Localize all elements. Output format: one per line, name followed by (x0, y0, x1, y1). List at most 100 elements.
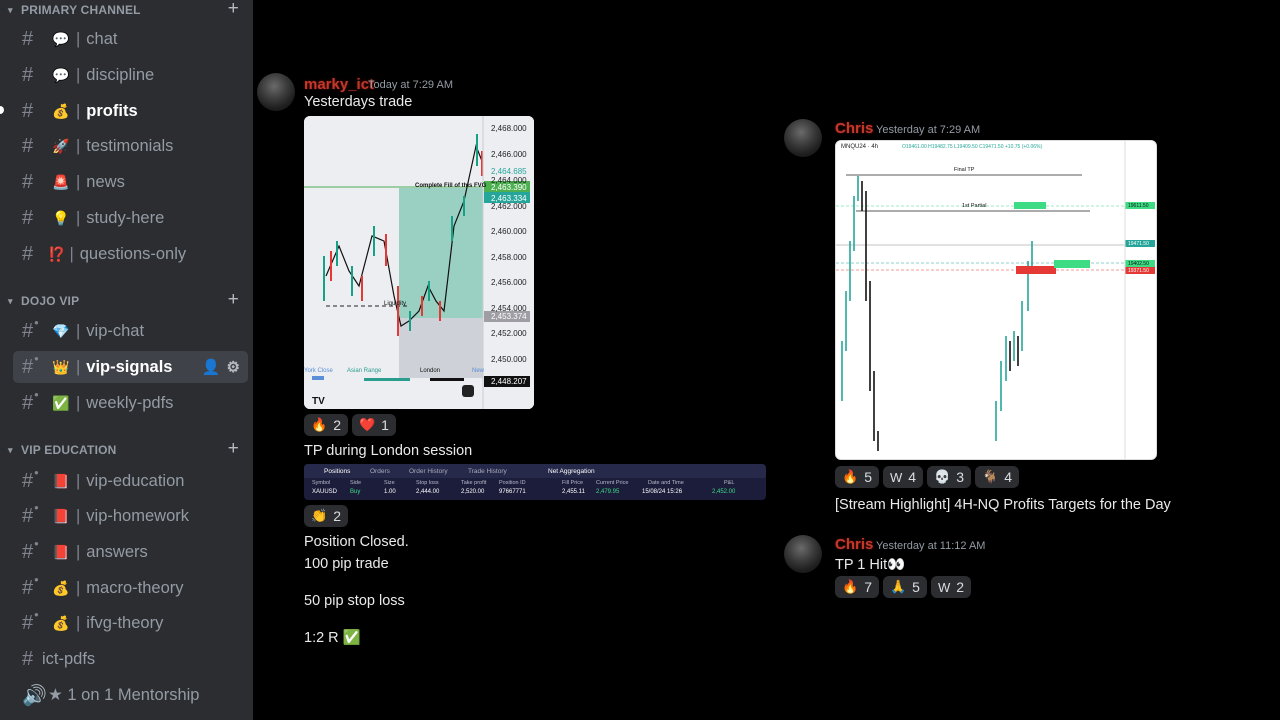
price-label: 2,448.207 (491, 377, 527, 386)
nq-chart (836, 141, 1156, 459)
avatar[interactable] (784, 119, 822, 157)
avatar[interactable] (784, 535, 822, 573)
locked-hash-icon: # ● (22, 317, 39, 342)
category-label: PRIMARY CHANNEL (21, 3, 141, 17)
channel-name: answers (86, 542, 148, 561)
add-channel-icon[interactable]: + (228, 0, 239, 20)
hash-icon: # (22, 647, 34, 670)
gold-chart (304, 116, 534, 409)
category-vip-education[interactable]: ▾ VIP EDUCATION + (0, 438, 253, 460)
sidebar-item-vip-chat[interactable]: # ● 💎 | vip-chat (13, 315, 248, 347)
tradingview-logo-icon: TV (312, 396, 325, 407)
message-author[interactable]: Chris (835, 120, 873, 137)
cell: 2,455.11 (562, 489, 585, 495)
money-bag-icon: 💰 (52, 614, 70, 631)
create-invite-icon[interactable]: 👤 (202, 358, 221, 376)
reaction-w[interactable]: W4 (882, 466, 924, 488)
hash-icon: # (22, 27, 34, 50)
sidebar-item-answers[interactable]: # ● 📕 | answers (13, 536, 248, 568)
channel-name: ★ 1 on 1 Mentorship (48, 686, 200, 704)
positions-screenshot[interactable]: Positions Orders Order History Trade His… (304, 464, 766, 500)
channel-name: ict-pdfs (42, 649, 96, 668)
channel-name: vip-chat (86, 321, 145, 340)
message-author[interactable]: Chris (835, 536, 873, 553)
light-bulb-icon: 💡 (52, 209, 70, 226)
price-label: 2,468.000 (491, 124, 527, 133)
sidebar-item-ifvg-theory[interactable]: # ● 💰 | ifvg-theory (13, 607, 248, 639)
unread-indicator (0, 106, 4, 114)
reaction-fire[interactable]: 🔥 7 (835, 576, 879, 598)
channel-name: vip-education (86, 471, 185, 490)
add-channel-icon[interactable]: + (228, 438, 239, 460)
avatar[interactable] (257, 73, 295, 111)
discord-window: ▾ PRIMARY CHANNEL + # 💬 | chat # 💬 | dis… (0, 0, 1280, 720)
channel-sidebar: ▾ PRIMARY CHANNEL + # 💬 | chat # 💬 | dis… (0, 0, 253, 720)
expand-icon[interactable] (462, 385, 474, 397)
price-tag: 19471.50 (1128, 241, 1149, 247)
price-label: 2,462.000 (491, 202, 527, 211)
fire-icon: 🔥 (842, 469, 859, 484)
hash-icon: # (22, 242, 34, 265)
chart-annotation: Final TP (954, 167, 975, 173)
chevron-down-icon: ▾ (8, 4, 13, 15)
message-author[interactable]: marky_ict (304, 76, 374, 93)
fvg-zone (399, 188, 483, 318)
reaction-pray[interactable]: 🙏 5 (882, 576, 927, 598)
sidebar-item-mentorship[interactable]: 🔊 ★ 1 on 1 Mentorship (13, 679, 248, 711)
message-timestamp: Today at 7:29 AM (368, 79, 453, 91)
pray-icon: 🙏 (889, 579, 907, 594)
category-primary-channel[interactable]: ▾ PRIMARY CHANNEL + (0, 0, 253, 20)
category-dojo-vip[interactable]: ▾ DOJO VIP + (0, 289, 253, 311)
sidebar-item-questions-only[interactable]: # ⁉️ | questions-only (13, 238, 248, 270)
add-channel-icon[interactable]: + (228, 289, 239, 311)
sidebar-item-vip-homework[interactable]: # ● 📕 | vip-homework (13, 500, 248, 532)
price-label: 2,464.685 (491, 167, 527, 176)
locked-hash-icon: # ● (22, 389, 39, 414)
cell: 1.00 (384, 489, 396, 495)
message-text: 100 pip trade (304, 556, 389, 572)
col-header: Fill Price (562, 480, 584, 486)
price-label: 2,460.000 (491, 227, 527, 236)
locked-hash-icon: # ● (22, 538, 39, 563)
sidebar-item-macro-theory[interactable]: # ● 💰 | macro-theory (13, 572, 248, 604)
hash-icon: # (22, 206, 34, 229)
gem-icon: 💎 (52, 322, 70, 339)
channel-name: vip-homework (86, 506, 189, 525)
reaction-w[interactable]: W2 (930, 576, 972, 598)
price-label: 2,453.374 (491, 312, 527, 321)
hash-icon: # (22, 63, 34, 86)
book-icon: 📕 (52, 472, 70, 489)
chart-ohlc: O19461.00 H19482.75 L19409.50 C19471.50 … (902, 144, 1043, 150)
reaction-skull[interactable]: 💀 3 (927, 466, 972, 488)
category-label: DOJO VIP (21, 294, 80, 308)
message-text: TP 1 Hit👀 (835, 557, 906, 573)
range-zone (399, 318, 483, 378)
sidebar-item-discipline[interactable]: # 💬 | discipline (13, 59, 248, 91)
gear-icon[interactable]: ⚙ (227, 358, 240, 376)
chart-image-nq[interactable]: MNQU24 · 4h O19461.00 H19482.75 L19409.5… (835, 140, 1157, 460)
sidebar-item-chat[interactable]: # 💬 | chat (13, 23, 248, 55)
sidebar-item-news[interactable]: # 🚨 | news (13, 166, 248, 198)
locked-hash-icon: # ● (22, 502, 39, 527)
money-bag-icon: 💰 (52, 102, 70, 119)
locked-hash-icon: # ● (22, 467, 39, 492)
sidebar-item-vip-education[interactable]: # ● 📕 | vip-education (13, 465, 248, 497)
sidebar-item-testimonials[interactable]: # 🚀 | testimonials (13, 130, 248, 162)
reaction-goat[interactable]: 🐐 4 (975, 466, 1020, 488)
sidebar-item-profits[interactable]: # 💰 | profits (13, 95, 248, 127)
sidebar-item-ict-pdfs[interactable]: # ict-pdfs (13, 643, 248, 675)
chart-image-xauusd[interactable]: 2,468.000 2,466.000 2,464.685 2,464.000 … (304, 116, 534, 409)
sidebar-item-study-here[interactable]: # 💡 | study-here (13, 202, 248, 234)
price-label: 2,452.000 (491, 329, 527, 338)
siren-icon: 🚨 (52, 173, 70, 190)
channel-name: macro-theory (86, 578, 184, 597)
reaction-heart[interactable]: ❤️ 1 (351, 414, 396, 436)
sidebar-item-vip-signals[interactable]: # ● 👑 | vip-signals 👤 ⚙ (13, 351, 248, 383)
reaction-fire[interactable]: 🔥 5 (835, 466, 879, 488)
price-tag: 19371.50 (1128, 268, 1149, 274)
channel-name: study-here (86, 208, 165, 227)
sidebar-item-weekly-pdfs[interactable]: # ● ✅ | weekly-pdfs (13, 387, 248, 419)
reaction-fire[interactable]: 🔥 2 (304, 414, 348, 436)
reaction-clap[interactable]: 👏 2 (304, 505, 348, 527)
reaction-bar: 🔥 7 🙏 5 W2 (835, 576, 972, 598)
